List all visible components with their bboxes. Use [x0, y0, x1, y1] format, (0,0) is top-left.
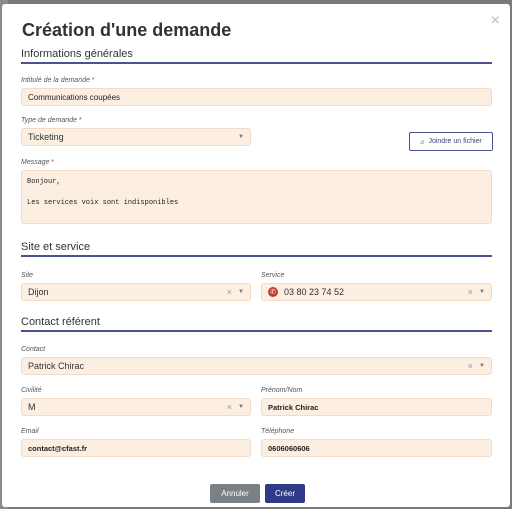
civilite-label: Civilité [21, 387, 42, 394]
contact-select-value: Patrick Chirac [28, 361, 85, 371]
chevron-down-icon: ▼ [479, 289, 485, 295]
attach-file-button[interactable]: ⌀ Joindre un fichier [409, 132, 493, 151]
email-input[interactable]: contact@cfast.fr [21, 439, 251, 457]
service-select[interactable]: ✆ 03 80 23 74 52 × ▼ [261, 283, 492, 301]
modal-title: Création d'une demande [22, 20, 232, 40]
section-general-title: Informations générales [21, 48, 492, 64]
telephone-label: Téléphone [261, 428, 295, 435]
section-site-title: Site et service [21, 241, 492, 257]
message-label: Message * [21, 159, 55, 166]
chevron-down-icon: ▼ [479, 363, 485, 369]
service-select-value: 03 80 23 74 52 [284, 287, 345, 297]
message-textarea[interactable] [21, 170, 492, 224]
contact-select[interactable]: Patrick Chirac × ▼ [21, 357, 492, 375]
attach-file-label: Joindre un fichier [428, 138, 482, 145]
create-request-modal: Création d'une demande × Informations gé… [2, 4, 510, 507]
type-select-value: Ticketing [28, 132, 64, 142]
chevron-down-icon: ▼ [238, 404, 244, 410]
contact-label: Contact [21, 346, 46, 353]
clear-icon[interactable]: × [227, 402, 232, 412]
prenom-label: Prénom/Nom [261, 387, 303, 394]
section-contact-title: Contact référent [21, 316, 492, 332]
intitule-label: Intitulé de la demande * [21, 77, 95, 84]
site-select[interactable]: Dijon × ▼ [21, 283, 251, 301]
clear-icon[interactable]: × [468, 287, 473, 297]
clear-icon[interactable]: × [227, 287, 232, 297]
service-label: Service [261, 272, 285, 279]
chevron-down-icon: ▼ [238, 289, 244, 295]
type-select[interactable]: Ticketing ▼ [21, 128, 251, 146]
type-label: Type de demande * [21, 117, 82, 124]
phone-icon: ✆ [268, 287, 278, 297]
civilite-select[interactable]: M × ▼ [21, 398, 251, 416]
site-label: Site [21, 272, 34, 279]
civilite-select-value: M [28, 402, 36, 412]
cancel-button[interactable]: Annuler [210, 484, 260, 503]
intitule-input[interactable]: Communications coupées [21, 88, 492, 106]
clear-icon[interactable]: × [468, 361, 473, 371]
prenom-input[interactable]: Patrick Chirac [261, 398, 492, 416]
close-icon[interactable]: × [491, 12, 500, 30]
chevron-down-icon: ▼ [238, 134, 244, 140]
create-button[interactable]: Créer [265, 484, 305, 503]
telephone-input[interactable]: 0606060606 [261, 439, 492, 457]
site-select-value: Dijon [28, 287, 49, 297]
email-label: Email [21, 428, 39, 435]
paperclip-icon: ⌀ [420, 138, 425, 146]
